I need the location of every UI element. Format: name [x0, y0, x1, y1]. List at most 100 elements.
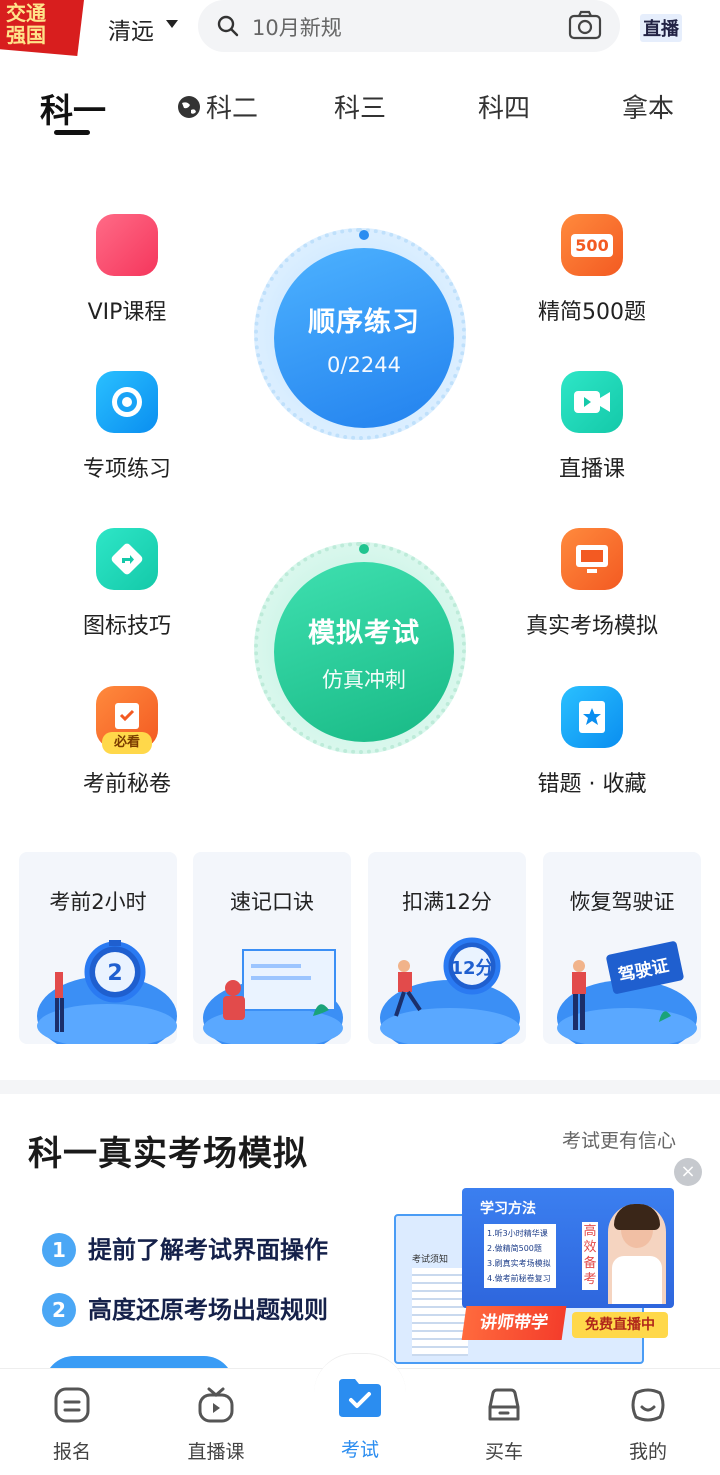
card-art-text: 2 — [107, 961, 122, 986]
sequential-practice-progress: 0/2244 — [327, 352, 401, 377]
license-illustration: 驾驶证 — [557, 941, 697, 1044]
card-art-text: 12分 — [450, 958, 493, 979]
mock-exam-title: 模拟考试 — [308, 617, 420, 649]
card-12-points[interactable]: 扣满12分 12分 — [368, 852, 526, 1044]
checklist-icon: 必看 — [96, 686, 158, 754]
live-course-label: 直播课 — [558, 457, 625, 482]
side-tag: 高效备考 — [582, 1222, 598, 1290]
tab-subject-1[interactable]: 科一 — [40, 84, 106, 132]
vip-course-label: VIP课程 — [87, 300, 167, 325]
badge-line2: 强国 — [6, 23, 46, 47]
stopwatch-illustration: 2 — [37, 940, 177, 1044]
video-icon — [561, 371, 623, 433]
point-number: 1 — [42, 1233, 76, 1267]
card-title: 考前2小时 — [49, 890, 147, 914]
teacher-tag: 讲师带学 — [461, 1306, 567, 1340]
search-bar[interactable]: 10月新规 — [198, 0, 620, 52]
doc-lines — [412, 1268, 468, 1356]
transport-badge[interactable]: 交通 强国 — [0, 0, 84, 56]
icon-tips[interactable]: 图标技巧 — [27, 528, 227, 640]
nav-register[interactable]: 报名 — [22, 1385, 122, 1464]
exam-folder-icon — [339, 1379, 381, 1417]
exam-secret-paper[interactable]: 必看 考前秘卷 — [27, 686, 227, 798]
top-bar: 交通 强国 清远 10月新规 直播 — [0, 0, 720, 58]
must-see-tag: 必看 — [102, 732, 152, 754]
card-2-hours-before[interactable]: 考前2小时 2 — [19, 852, 177, 1044]
live-link[interactable]: 直播 — [640, 14, 682, 42]
progress-dot — [359, 230, 369, 240]
promo-banner[interactable]: 考试须知 学习方法 1.听3小时精华课 2.做精简500题 3.刷真实考场模拟 … — [394, 1186, 676, 1366]
caret-down-icon[interactable] — [166, 20, 178, 28]
subject-tabs: 科一 科二 科三 科四 拿本 — [0, 80, 720, 140]
step: 3.刷真实考场模拟 — [487, 1259, 551, 1268]
card-restore-license[interactable]: 恢复驾驶证 驾驶证 — [543, 852, 701, 1044]
mock-exam-button[interactable]: 模拟考试 仿真冲刺 — [254, 542, 466, 754]
step: 1.听3小时精华课 — [487, 1229, 548, 1238]
city-selector[interactable]: 清远 — [108, 12, 154, 46]
vip-icon — [96, 214, 158, 276]
sim-point-1: 1 提前了解考试界面操作 — [42, 1230, 328, 1267]
tab-subject-2[interactable]: 科二 — [176, 88, 258, 125]
nav-label: 报名 — [52, 1441, 91, 1463]
doc-title: 考试须知 — [412, 1255, 449, 1265]
method-panel: 学习方法 1.听3小时精华课 2.做精简500题 3.刷真实考场模拟 4.做考前… — [462, 1188, 674, 1308]
special-practice-label: 专项练习 — [82, 457, 171, 482]
teacher-avatar — [608, 1204, 666, 1304]
mock-exam-sub: 仿真冲刺 — [322, 667, 406, 692]
tab-subject-3[interactable]: 科三 — [334, 88, 386, 125]
globe-icon — [178, 96, 200, 118]
tab-get-license[interactable]: 拿本 — [622, 88, 674, 125]
sequential-practice-core: 顺序练习 0/2244 — [274, 248, 454, 428]
real-exam-sim[interactable]: 真实考场模拟 — [492, 528, 692, 640]
target-icon — [96, 371, 158, 433]
progress-dot — [359, 544, 369, 554]
mistakes-favorites-label: 错题 · 收藏 — [537, 772, 647, 797]
card-title: 扣满12分 — [402, 890, 492, 914]
nav-label: 买车 — [484, 1441, 523, 1463]
bottom-nav: 报名 直播课 考试 买车 我的 — [0, 1353, 720, 1475]
form-icon — [54, 1387, 90, 1423]
exam-secret-label: 考前秘卷 — [82, 772, 171, 797]
tab-subject-4[interactable]: 科四 — [478, 88, 530, 125]
sim-point-2: 2 高度还原考场出题规则 — [42, 1290, 328, 1327]
section-divider — [0, 1080, 720, 1094]
500-tag: 500 — [571, 233, 613, 257]
point-number: 2 — [42, 1293, 76, 1327]
road-sign-icon — [96, 528, 158, 590]
nav-buy-car[interactable]: 买车 — [454, 1385, 554, 1464]
step: 4.做考前秘卷复习 — [487, 1274, 551, 1283]
search-input[interactable]: 10月新规 — [252, 12, 342, 42]
close-icon[interactable]: × — [674, 1158, 702, 1186]
nav-label: 考试 — [340, 1439, 379, 1461]
mistakes-favorites[interactable]: 错题 · 收藏 — [492, 686, 692, 798]
nav-exam[interactable]: 考试 — [310, 1373, 410, 1462]
tab-subject-2-label: 科二 — [206, 94, 259, 124]
camera-icon[interactable] — [568, 10, 602, 40]
select-500[interactable]: 500 精简500题 — [492, 214, 692, 326]
monitor-icon — [561, 528, 623, 590]
sequential-practice-button[interactable]: 顺序练习 0/2244 — [254, 228, 466, 440]
select-500-label: 精简500题 — [538, 300, 646, 325]
nav-label: 直播课 — [187, 1441, 245, 1463]
nav-mine[interactable]: 我的 — [598, 1385, 698, 1464]
method-steps: 1.听3小时精华课 2.做精简500题 3.刷真实考场模拟 4.做考前秘卷复习 — [484, 1224, 556, 1288]
live-course[interactable]: 直播课 — [492, 371, 692, 483]
mock-exam-core: 模拟考试 仿真冲刺 — [274, 562, 454, 742]
tv-icon — [198, 1387, 234, 1423]
special-practice[interactable]: 专项练习 — [27, 371, 227, 483]
card-quick-memo[interactable]: 速记口诀 — [193, 852, 351, 1044]
reading-illustration — [203, 949, 343, 1044]
card-title: 速记口诀 — [230, 890, 314, 914]
bookmark-star-icon — [561, 686, 623, 748]
search-icon — [217, 15, 239, 37]
car-icon — [488, 1388, 520, 1421]
card-title: 恢复驾驶证 — [569, 890, 675, 914]
live-tag: 免费直播中 — [572, 1312, 668, 1338]
smile-icon — [631, 1388, 665, 1422]
vip-course[interactable]: VIP课程 — [27, 214, 227, 326]
nav-live[interactable]: 直播课 — [166, 1385, 266, 1464]
real-exam-sim-label: 真实考场模拟 — [525, 614, 658, 639]
point-text: 提前了解考试界面操作 — [88, 1236, 328, 1264]
section-hint: 考试更有信心 — [562, 1130, 677, 1152]
sequential-practice-title: 顺序练习 — [308, 306, 420, 338]
